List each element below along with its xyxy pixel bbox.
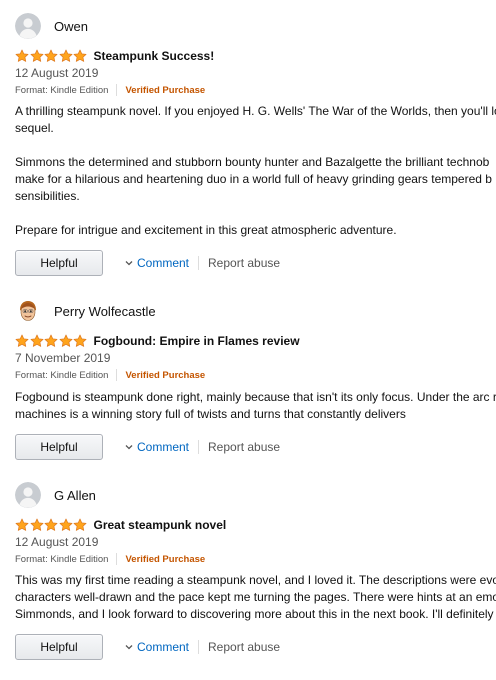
review-body-line (15, 137, 496, 154)
meta-divider (116, 553, 118, 565)
star-icon (73, 518, 87, 532)
review-body-line: sensibilities. (15, 189, 80, 203)
review-body-line: machines is a winning story full of twis… (15, 407, 406, 421)
comment-link[interactable]: Comment (125, 256, 189, 270)
verified-purchase-badge: Verified Purchase (125, 369, 206, 381)
review-body-line (15, 205, 496, 222)
review-meta: Format: Kindle Edition Verified Purchase (15, 84, 205, 96)
review-actions: Helpful Comment Report abuse (15, 433, 280, 461)
reviewer-profile[interactable]: Owen (15, 13, 88, 39)
review-body-line: Simmons the determined and stubborn boun… (15, 155, 490, 169)
cartoon-face-avatar-icon (15, 298, 41, 324)
review-actions: Helpful Comment Report abuse (15, 249, 280, 277)
review-title[interactable]: Great steampunk novel (94, 518, 227, 532)
chevron-down-icon (125, 645, 133, 650)
comment-label: Comment (137, 256, 190, 270)
meta-divider (116, 84, 118, 96)
review-date: 12 August 2019 (15, 535, 99, 549)
star-icon (44, 49, 58, 63)
star-icon (30, 334, 44, 348)
format-label[interactable]: Format: Kindle Edition (15, 554, 108, 565)
verified-purchase-badge: Verified Purchase (125, 553, 206, 565)
review-title[interactable]: Fogbound: Empire in Flames review (94, 334, 300, 348)
action-divider (198, 640, 200, 654)
reviewer-name: Owen (54, 18, 88, 34)
star-rating[interactable] (15, 518, 88, 532)
review-body: This was my first time reading a steampu… (15, 572, 496, 623)
review-meta: Format: Kindle Edition Verified Purchase (15, 553, 205, 565)
report-abuse-link[interactable]: Report abuse (208, 640, 280, 654)
default-avatar-icon (15, 482, 41, 508)
star-icon (44, 518, 58, 532)
review-heading: Great steampunk novel (15, 517, 226, 533)
format-label[interactable]: Format: Kindle Edition (15, 370, 108, 381)
star-icon (15, 49, 29, 63)
format-label[interactable]: Format: Kindle Edition (15, 85, 108, 96)
review-body-line: A thrilling steampunk novel. If you enjo… (15, 104, 496, 118)
comment-label: Comment (137, 440, 190, 454)
review-body: Fogbound is steampunk done right, mainly… (15, 389, 496, 423)
verified-purchase-badge: Verified Purchase (125, 84, 206, 96)
action-divider (198, 440, 200, 454)
comment-link[interactable]: Comment (125, 440, 189, 454)
review-body-line: make for a hilarious and heartening duo … (15, 172, 492, 186)
review-body-line: Simmonds, and I look forward to discover… (15, 607, 494, 621)
chevron-down-icon (125, 445, 133, 450)
review-body-line: This was my first time reading a steampu… (15, 573, 496, 587)
star-icon (59, 518, 73, 532)
report-abuse-link[interactable]: Report abuse (208, 440, 280, 454)
review-heading: Fogbound: Empire in Flames review (15, 333, 300, 349)
star-icon (44, 334, 58, 348)
helpful-button[interactable]: Helpful (15, 634, 103, 660)
default-avatar-icon (15, 13, 41, 39)
action-divider (198, 256, 200, 270)
helpful-button[interactable]: Helpful (15, 250, 103, 276)
review-body: A thrilling steampunk novel. If you enjo… (15, 103, 496, 239)
chevron-down-icon (125, 261, 133, 266)
review-meta: Format: Kindle Edition Verified Purchase (15, 369, 205, 381)
star-rating[interactable] (15, 49, 88, 63)
reviewer-name: Perry Wolfecastle (54, 303, 156, 319)
review-heading: Steampunk Success! (15, 48, 214, 64)
star-rating[interactable] (15, 334, 88, 348)
review-body-line: characters well-drawn and the pace kept … (15, 590, 496, 604)
star-icon (73, 334, 87, 348)
star-icon (59, 49, 73, 63)
star-icon (73, 49, 87, 63)
review-body-line: Fogbound is steampunk done right, mainly… (15, 390, 496, 404)
report-abuse-link[interactable]: Report abuse (208, 256, 280, 270)
review-body-line: Prepare for intrigue and excitement in t… (15, 223, 397, 237)
review-date: 7 November 2019 (15, 351, 111, 365)
star-icon (59, 334, 73, 348)
helpful-button[interactable]: Helpful (15, 434, 103, 460)
reviewer-name: G Allen (54, 487, 96, 503)
comment-label: Comment (137, 640, 190, 654)
reviewer-profile[interactable]: G Allen (15, 482, 96, 508)
comment-link[interactable]: Comment (125, 640, 189, 654)
star-icon (30, 49, 44, 63)
meta-divider (116, 369, 118, 381)
review-body-line: sequel. (15, 121, 54, 135)
star-icon (30, 518, 44, 532)
star-icon (15, 334, 29, 348)
review-actions: Helpful Comment Report abuse (15, 633, 280, 661)
review-date: 12 August 2019 (15, 66, 99, 80)
reviewer-profile[interactable]: Perry Wolfecastle (15, 298, 156, 324)
star-icon (15, 518, 29, 532)
review-title[interactable]: Steampunk Success! (94, 49, 215, 63)
